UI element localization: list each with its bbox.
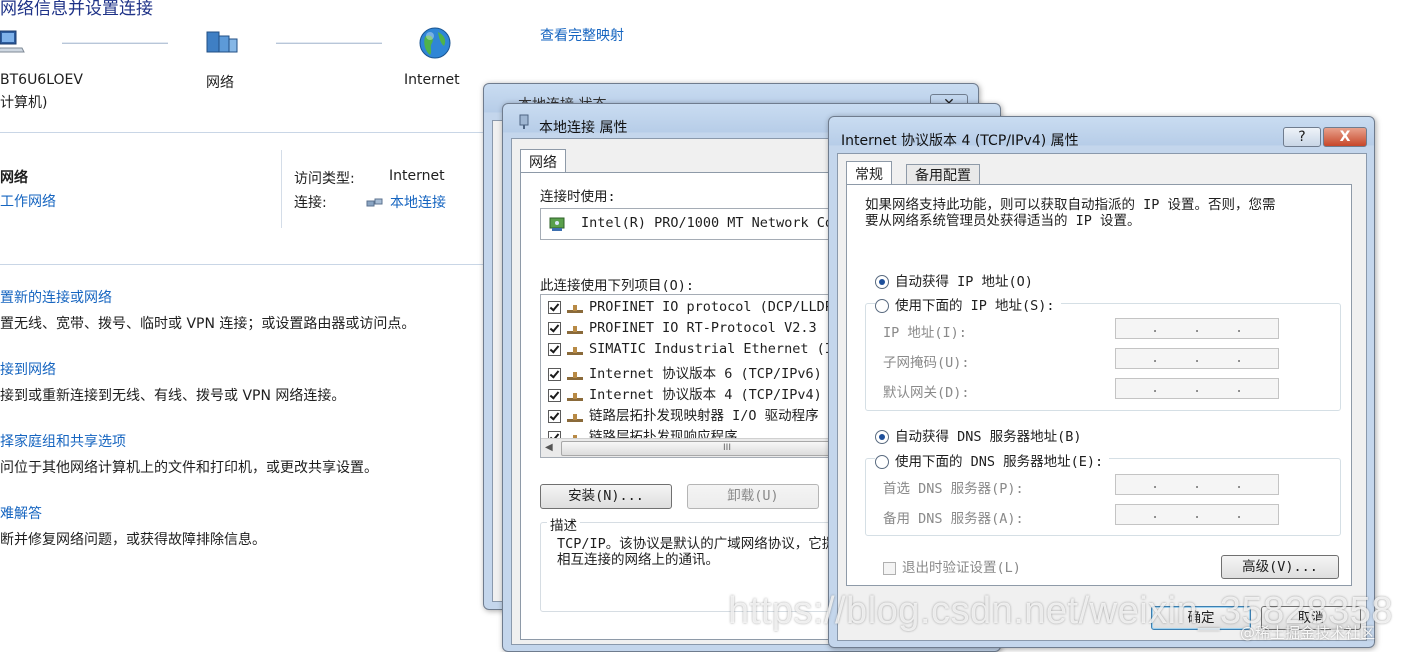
ip-address-field[interactable]: ...	[1115, 318, 1279, 339]
preferred-dns-field[interactable]: ...	[1115, 474, 1279, 495]
protocol-icon	[567, 344, 583, 355]
default-gateway-field[interactable]: ...	[1115, 378, 1279, 399]
access-type-value: Internet	[389, 168, 445, 184]
component-item[interactable]: PROFINET IO protocol (DCP/LLDP)	[548, 299, 841, 315]
component-item[interactable]: PROFINET IO RT-Protocol V2.3	[548, 320, 817, 336]
component-checkbox[interactable]	[548, 342, 561, 356]
section-divider	[0, 132, 484, 133]
connection-icon[interactable]	[366, 194, 384, 207]
uninstall-button[interactable]: 卸载(U)	[687, 484, 819, 509]
protocol-icon	[567, 302, 583, 313]
map-connector-line	[276, 42, 382, 44]
help-button[interactable]: ?	[1283, 127, 1321, 147]
advanced-button[interactable]: 高级(V)...	[1221, 555, 1339, 579]
page-title: 网络信息并设置连接	[0, 0, 153, 19]
ipv4-client: 常规 备用配置 如果网络支持此功能，则可以获取自动指派的 IP 设置。否则，您需…	[837, 153, 1367, 641]
auto-ip-option[interactable]: 自动获得 IP 地址(O)	[875, 270, 1033, 290]
component-item[interactable]: 链路层拓扑发现映射器 I/O 驱动程序	[548, 404, 819, 424]
task-homegroup-desc: 问位于其他网络计算机上的文件和打印机，或更改共享设置。	[0, 460, 378, 476]
local-connection-link[interactable]: 本地连接	[390, 192, 446, 212]
validate-on-exit-option[interactable]: 退出时验证设置(L)	[883, 556, 1021, 576]
subnet-mask-label: 子网掩码(U):	[883, 355, 970, 371]
protocol-icon	[567, 390, 583, 401]
network-icon[interactable]	[205, 28, 239, 56]
manual-dns-option[interactable]: 使用下面的 DNS 服务器地址(E):	[875, 450, 1110, 470]
auto-ip-radio[interactable]	[875, 275, 889, 289]
close-button[interactable]: X	[1323, 127, 1367, 147]
task-troubleshoot-link[interactable]: 难解答	[0, 503, 42, 523]
alternate-dns-field[interactable]: ...	[1115, 504, 1279, 525]
alternate-dns-label: 备用 DNS 服务器(A):	[883, 511, 1024, 527]
tab-network[interactable]: 网络	[520, 149, 566, 174]
description-label: 描述	[547, 514, 580, 534]
manual-dns-radio[interactable]	[875, 455, 889, 469]
community-watermark: @稀土掘金技术社区	[1240, 624, 1376, 642]
component-item[interactable]: SIMATIC Industrial Ethernet (IS	[548, 341, 841, 357]
validate-on-exit-checkbox[interactable]	[883, 561, 896, 575]
component-item[interactable]: Internet 协议版本 4 (TCP/IPv4)	[548, 383, 822, 403]
task-setup-connection-desc: 置无线、宽带、拨号、临时或 VPN 连接；或设置路由器或访问点。	[0, 316, 416, 332]
component-label: 链路层拓扑发现映射器 I/O 驱动程序	[589, 408, 819, 424]
task-setup-connection-link[interactable]: 置新的连接或网络	[0, 287, 112, 307]
component-checkbox[interactable]	[548, 367, 561, 381]
default-gateway-label: 默认网关(D):	[883, 385, 970, 401]
internet-node-label: Internet	[404, 72, 460, 88]
component-label: PROFINET IO protocol (DCP/LLDP)	[589, 299, 841, 315]
tab-general[interactable]: 常规	[846, 161, 892, 186]
ipv4-dialog: Internet 协议版本 4 (TCP/IPv4) 属性 ? X 常规 备用配…	[828, 116, 1375, 648]
install-button[interactable]: 安装(N)...	[540, 484, 672, 509]
scroll-left-icon[interactable]: ◀	[545, 442, 553, 453]
component-label: SIMATIC Industrial Ethernet (IS	[589, 341, 841, 357]
adapter-name: Intel(R) PRO/1000 MT Network Co	[581, 215, 833, 231]
adapter-title-icon	[518, 114, 530, 130]
computer-node-label: BT6U6LOEV	[0, 72, 83, 88]
intro-text: 如果网络支持此功能，则可以获取自动指派的 IP 设置。否则，您需 要从网络系统管…	[865, 197, 1276, 229]
component-checkbox[interactable]	[548, 388, 561, 402]
protocol-icon	[567, 323, 583, 334]
section-divider	[0, 264, 484, 265]
component-label: PROFINET IO RT-Protocol V2.3	[589, 320, 817, 336]
adapter-card-icon	[549, 215, 567, 233]
auto-dns-radio[interactable]	[875, 430, 889, 444]
task-connect-network-desc: 接到或重新连接到无线、有线、拨号或 VPN 网络连接。	[0, 388, 346, 404]
protocol-icon	[567, 369, 583, 380]
task-homegroup-link[interactable]: 择家庭组和共享选项	[0, 431, 126, 451]
connections-label: 连接:	[294, 195, 327, 211]
protocol-icon	[567, 411, 583, 422]
manual-ip-radio[interactable]	[875, 299, 889, 313]
tab-alternate-config[interactable]: 备用配置	[906, 164, 980, 184]
component-checkbox[interactable]	[548, 409, 561, 423]
component-item[interactable]: Internet 协议版本 6 (TCP/IPv6)	[548, 362, 822, 382]
task-troubleshoot-desc: 断并修复网络问题，或获得故障排除信息。	[0, 532, 266, 548]
subnet-mask-field[interactable]: ...	[1115, 348, 1279, 369]
network-node-label: 网络	[206, 75, 234, 91]
items-label: 此连接使用下列项目(O):	[540, 278, 695, 294]
map-connector-line	[62, 42, 168, 44]
component-label: Internet 协议版本 6 (TCP/IPv6)	[589, 366, 822, 382]
auto-dns-option[interactable]: 自动获得 DNS 服务器地址(B)	[875, 425, 1082, 445]
active-network-name: 网络	[0, 170, 28, 186]
computer-icon[interactable]	[0, 28, 26, 54]
vertical-divider	[281, 150, 282, 228]
view-full-map-link[interactable]: 查看完整映射	[540, 25, 624, 45]
properties-dialog-title: 本地连接 属性	[539, 120, 628, 136]
ipv4-dialog-title: Internet 协议版本 4 (TCP/IPv4) 属性	[841, 133, 1079, 149]
component-checkbox[interactable]	[548, 300, 561, 314]
preferred-dns-label: 首选 DNS 服务器(P):	[883, 481, 1024, 497]
component-checkbox[interactable]	[548, 321, 561, 335]
component-label: Internet 协议版本 4 (TCP/IPv4)	[589, 387, 822, 403]
connect-using-label: 连接时使用:	[540, 189, 616, 205]
general-tab-panel: 如果网络支持此功能，则可以获取自动指派的 IP 设置。否则，您需 要从网络系统管…	[846, 184, 1352, 586]
ip-address-label: IP 地址(I):	[883, 325, 967, 341]
access-type-label: 访问类型:	[294, 171, 355, 187]
computer-node-sublabel: 计算机)	[0, 95, 48, 111]
manual-ip-option[interactable]: 使用下面的 IP 地址(S):	[875, 294, 1061, 314]
internet-globe-icon[interactable]	[418, 26, 452, 60]
network-type-link[interactable]: 工作网络	[0, 191, 56, 211]
task-connect-network-link[interactable]: 接到网络	[0, 359, 56, 379]
